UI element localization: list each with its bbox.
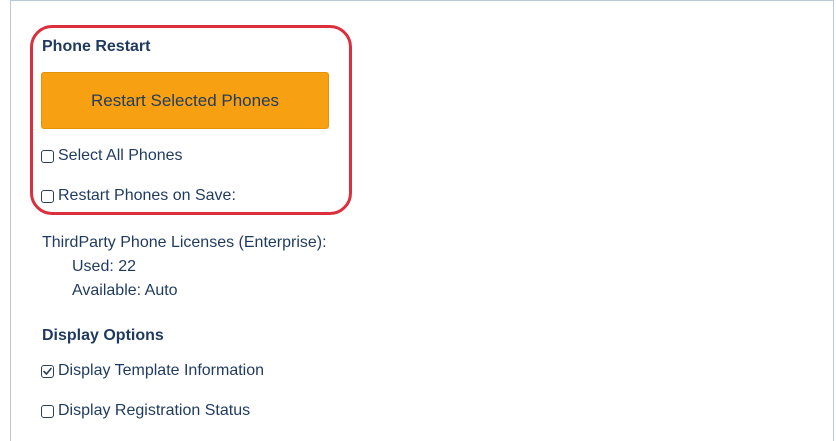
display-template-info-option[interactable]: Display Template Information <box>41 362 264 380</box>
licenses-title: ThirdParty Phone Licenses (Enterprise): <box>42 234 327 251</box>
licenses-available: Available: Auto <box>72 282 178 300</box>
phone-restart-title: Phone Restart <box>42 38 151 55</box>
licenses-used-value: 22 <box>118 258 137 275</box>
licenses-available-value: Auto <box>144 282 178 299</box>
checkmark-icon <box>43 367 52 375</box>
display-registration-status-checkbox[interactable] <box>41 404 54 418</box>
display-registration-status-label: Display Registration Status <box>58 402 251 419</box>
select-all-phones-checkbox[interactable] <box>41 149 54 163</box>
select-all-phones-option[interactable]: Select All Phones <box>41 147 183 165</box>
restart-selected-phones-button[interactable]: Restart Selected Phones <box>41 72 329 129</box>
display-template-info-label: Display Template Information <box>58 362 265 379</box>
display-options-title: Display Options <box>42 327 164 344</box>
restart-on-save-checkbox[interactable] <box>41 189 54 203</box>
display-template-info-checkbox[interactable] <box>41 364 54 378</box>
licenses-used: Used: 22 <box>72 258 136 276</box>
restart-on-save-label: Restart Phones on Save: <box>58 187 236 204</box>
display-registration-status-option[interactable]: Display Registration Status <box>41 402 250 420</box>
restart-on-save-option[interactable]: Restart Phones on Save: <box>41 187 236 205</box>
licenses-available-label: Available: <box>72 282 142 299</box>
licenses-used-label: Used: <box>72 258 114 275</box>
select-all-phones-label: Select All Phones <box>58 147 183 164</box>
